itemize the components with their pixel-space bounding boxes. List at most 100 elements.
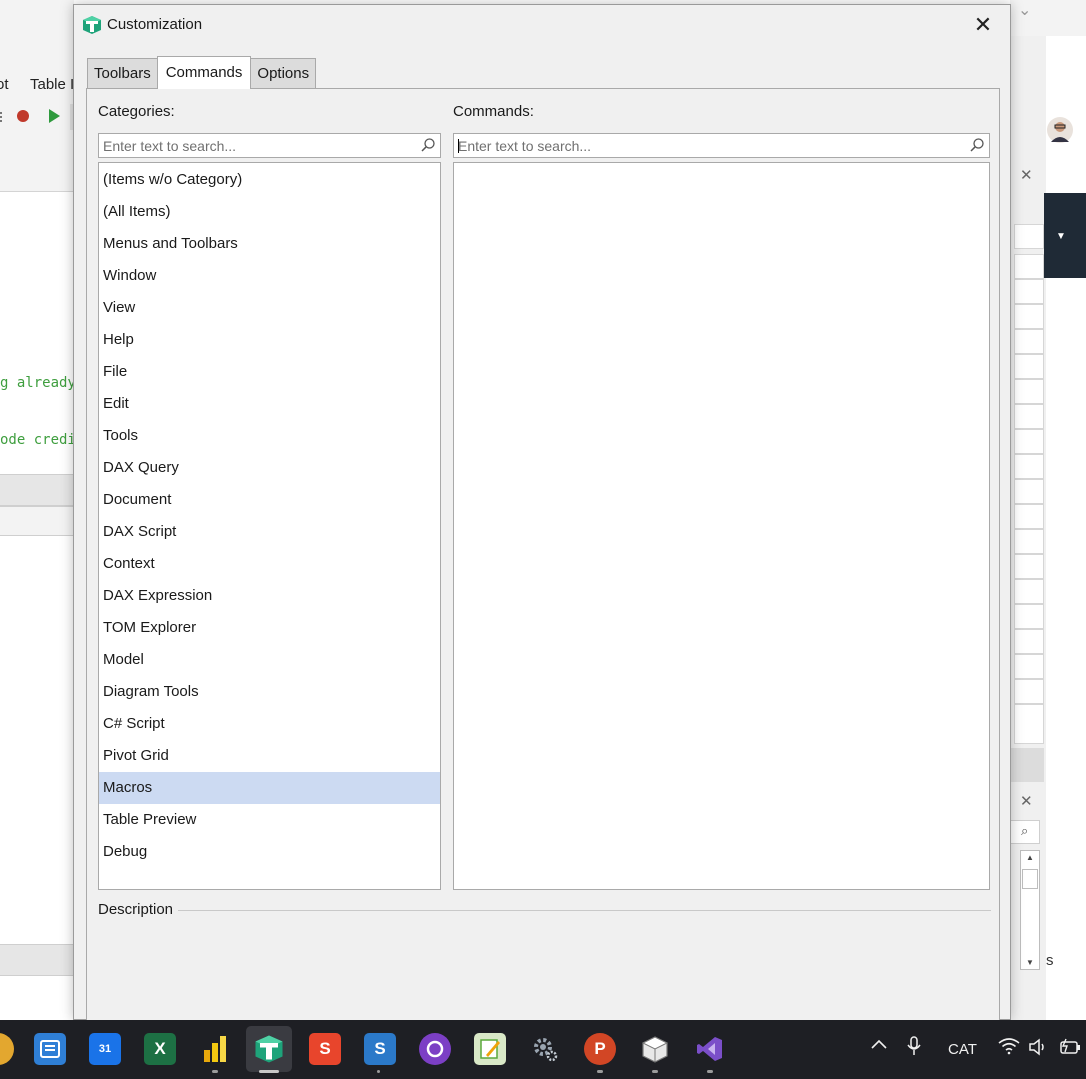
categories-list[interactable]: (Items w/o Category) (All Items) Menus and…	[98, 162, 441, 890]
code-line: ode credi	[0, 432, 74, 448]
microphone-icon[interactable]	[906, 1035, 922, 1062]
tabular-editor-taskbar-icon[interactable]	[246, 1026, 292, 1072]
background-toolbar	[0, 104, 74, 130]
close-icon[interactable]: ✕	[1020, 166, 1033, 184]
code-line: g already	[0, 375, 74, 391]
s-blue-app-icon[interactable]: S	[364, 1033, 396, 1065]
battery-icon[interactable]	[1058, 1037, 1082, 1062]
grid-cell	[1014, 554, 1044, 579]
tab-options[interactable]: Options	[250, 58, 317, 89]
background-panel-subheader	[0, 506, 74, 536]
grid-cell	[1014, 704, 1044, 744]
scrollbar-thumb[interactable]	[1022, 869, 1038, 889]
grid-cell	[1014, 354, 1044, 379]
chevron-down-icon[interactable]: ⌄	[1018, 0, 1031, 20]
close-button[interactable]: ✕	[968, 11, 998, 39]
calendar-icon[interactable]: 31	[89, 1033, 121, 1065]
category-item[interactable]: Menus and Toolbars	[99, 228, 440, 260]
background-toolbar-icons	[0, 104, 74, 130]
close-icon[interactable]: ✕	[1020, 792, 1033, 810]
running-indicator	[377, 1070, 380, 1073]
grid-cell	[1014, 279, 1044, 304]
volume-icon[interactable]	[1028, 1038, 1048, 1061]
category-item[interactable]: Window	[99, 260, 440, 292]
running-indicator	[212, 1070, 218, 1073]
grid-cell	[1014, 504, 1044, 529]
record-icon	[17, 110, 29, 122]
partial-app-icon[interactable]	[0, 1033, 14, 1065]
categories-search-input[interactable]	[99, 134, 416, 157]
avatar[interactable]	[1046, 116, 1074, 144]
powerpoint-icon[interactable]: P	[584, 1033, 616, 1065]
package-app-icon[interactable]	[639, 1033, 671, 1065]
background-code-editor[interactable]: g already ode credi	[0, 336, 74, 488]
background-status-bar	[0, 944, 74, 976]
tabular-editor-icon	[83, 16, 101, 34]
search-icon: ⌕	[1021, 823, 1029, 838]
category-item[interactable]: File	[99, 356, 440, 388]
customization-dialog: Customization ✕ Toolbars Commands Option…	[73, 4, 1011, 1028]
grid-cell	[1014, 224, 1044, 249]
category-item[interactable]: Debug	[99, 836, 440, 868]
grid-cell	[1014, 654, 1044, 679]
excel-icon[interactable]: X	[144, 1033, 176, 1065]
background-menu-item[interactable]: ot	[0, 76, 9, 93]
search-icon[interactable]	[420, 137, 436, 153]
file-explorer-icon[interactable]	[34, 1033, 66, 1065]
active-indicator	[259, 1070, 279, 1073]
category-item[interactable]: Edit	[99, 388, 440, 420]
settings-icon[interactable]	[529, 1033, 561, 1065]
category-item[interactable]: Context	[99, 548, 440, 580]
category-item[interactable]: C# Script	[99, 708, 440, 740]
grid-cell	[1014, 304, 1044, 329]
category-item[interactable]: (Items w/o Category)	[99, 164, 440, 196]
running-indicator	[597, 1070, 603, 1073]
grid-cell	[1014, 379, 1044, 404]
scrollbar[interactable]: ▲ ▼	[1020, 850, 1040, 970]
commands-search-input[interactable]	[454, 134, 965, 157]
tab-commands[interactable]: Commands	[156, 56, 252, 89]
background-search-box[interactable]: ⌕	[1010, 820, 1040, 844]
wifi-icon[interactable]	[998, 1037, 1020, 1060]
category-item[interactable]: (All Items)	[99, 196, 440, 228]
tab-toolbars[interactable]: Toolbars	[87, 58, 158, 89]
s-red-app-icon[interactable]: S	[309, 1033, 341, 1065]
commands-list[interactable]	[453, 162, 990, 890]
category-item[interactable]: TOM Explorer	[99, 612, 440, 644]
category-item[interactable]: DAX Expression	[99, 580, 440, 612]
commands-search-field[interactable]	[453, 133, 990, 158]
categories-search-field[interactable]	[98, 133, 441, 158]
category-item[interactable]: DAX Query	[99, 452, 440, 484]
dialog-title: Customization	[107, 16, 203, 33]
description-group: Description	[98, 901, 991, 921]
category-item[interactable]: DAX Script	[99, 516, 440, 548]
dialog-title-bar[interactable]: Customization ✕	[74, 5, 1010, 45]
visual-studio-icon[interactable]	[694, 1033, 726, 1065]
category-item[interactable]: Macros	[99, 772, 440, 804]
grid-cell	[1014, 629, 1044, 654]
category-item[interactable]: Table Preview	[99, 804, 440, 836]
close-icon: ✕	[973, 12, 993, 37]
power-bi-icon[interactable]	[199, 1033, 231, 1065]
grid-cell	[1014, 429, 1044, 454]
scroll-down-icon[interactable]: ▼	[1026, 958, 1034, 967]
commands-label: Commands:	[453, 103, 534, 120]
language-indicator[interactable]: CAT	[948, 1041, 977, 1058]
background-panel-footer	[1010, 748, 1044, 782]
background-menu-item[interactable]: Table I	[30, 76, 74, 93]
github-desktop-icon[interactable]	[419, 1033, 451, 1065]
category-item[interactable]: Document	[99, 484, 440, 516]
caret-down-icon[interactable]: ▼	[1056, 231, 1066, 242]
category-item[interactable]: View	[99, 292, 440, 324]
category-item[interactable]: Tools	[99, 420, 440, 452]
background-panel-header	[0, 474, 74, 506]
scroll-up-icon[interactable]: ▲	[1026, 853, 1034, 862]
search-icon[interactable]	[969, 137, 985, 153]
show-hidden-icons-chevron-up-icon[interactable]	[870, 1036, 888, 1059]
category-item[interactable]: Pivot Grid	[99, 740, 440, 772]
background-menu-bar: ot Table I	[0, 70, 74, 100]
notepad-app-icon[interactable]	[474, 1033, 506, 1065]
category-item[interactable]: Help	[99, 324, 440, 356]
category-item[interactable]: Diagram Tools	[99, 676, 440, 708]
category-item[interactable]: Model	[99, 644, 440, 676]
